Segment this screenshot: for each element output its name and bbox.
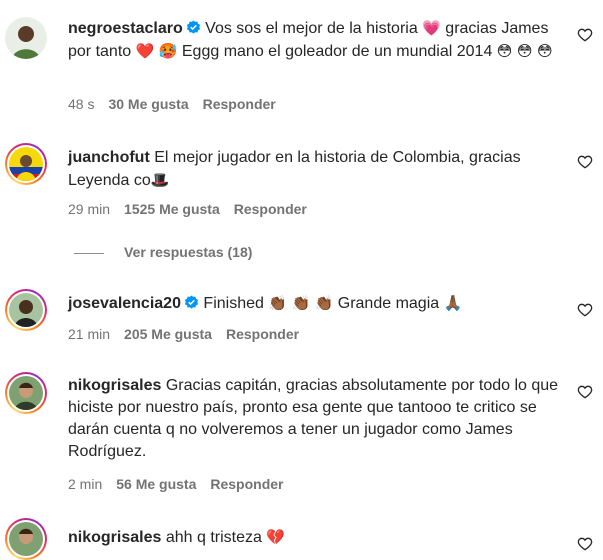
avatar[interactable]: [5, 518, 47, 560]
comment-username[interactable]: nikogrisales: [68, 529, 161, 546]
avatar[interactable]: [5, 143, 47, 185]
heart-outline-icon[interactable]: [577, 27, 593, 43]
avatar[interactable]: [5, 289, 47, 331]
likes-count[interactable]: 1525 Me gusta: [124, 201, 220, 217]
comment-username[interactable]: negroestaclaro: [68, 20, 183, 37]
comment-text: negroestaclaro Vos sos el mejor de la hi…: [68, 17, 568, 63]
comment-text: nikogrisales ahh q tristeza 💔: [68, 526, 568, 549]
comment-username[interactable]: josevalencia20: [68, 295, 181, 312]
comment-meta: 2 min 56 Me gusta Responder: [68, 476, 298, 492]
reply-button[interactable]: Responder: [203, 96, 276, 112]
reply-button[interactable]: Responder: [234, 201, 307, 217]
comment-meta: 21 min 205 Me gusta Responder: [68, 326, 313, 342]
avatar[interactable]: [5, 17, 47, 59]
comment-username[interactable]: nikogrisales: [68, 377, 161, 394]
comment-time: 48 s: [68, 96, 95, 112]
replies-divider: [74, 252, 104, 254]
reply-button[interactable]: Responder: [226, 326, 299, 342]
comment-body: Finished 👏🏾 👏🏾 👏🏾 Grande magia 🙏🏾: [203, 294, 463, 312]
likes-count[interactable]: 30 Me gusta: [108, 96, 188, 112]
comment-time: 21 min: [68, 326, 111, 342]
comment-meta: 29 min 1525 Me gusta Responder: [68, 201, 321, 217]
reply-button[interactable]: Responder: [210, 476, 283, 492]
heart-outline-icon[interactable]: [577, 384, 593, 400]
likes-count[interactable]: 205 Me gusta: [124, 326, 212, 342]
avatar[interactable]: [5, 372, 47, 414]
comment-time: 2 min: [68, 476, 103, 492]
comment-body: ahh q tristeza 💔: [165, 528, 286, 546]
view-replies-button[interactable]: Ver respuestas (18): [74, 244, 252, 260]
comment-time: 29 min: [68, 201, 111, 217]
likes-count[interactable]: 56 Me gusta: [116, 476, 196, 492]
heart-outline-icon[interactable]: [577, 154, 593, 170]
heart-outline-icon[interactable]: [577, 302, 593, 318]
verified-badge-icon: [184, 295, 199, 309]
comment-text: josevalencia20 Finished 👏🏾 👏🏾 👏🏾 Grande …: [68, 292, 568, 315]
comment-username[interactable]: juanchofut: [68, 149, 150, 166]
comment-text: juanchofut El mejor jugador en la histor…: [68, 147, 568, 192]
comment-meta: 48 s 30 Me gusta Responder: [68, 96, 290, 112]
heart-outline-icon[interactable]: [577, 536, 593, 552]
comment-text: nikogrisales Gracias capitán, gracias ab…: [68, 375, 568, 463]
verified-badge-icon: [186, 20, 200, 34]
